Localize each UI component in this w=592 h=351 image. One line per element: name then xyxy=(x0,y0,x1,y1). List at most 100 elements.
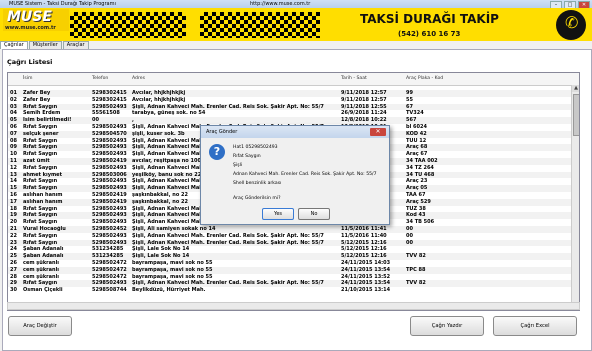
table-cell: 55 xyxy=(406,96,413,103)
scroll-thumb[interactable] xyxy=(573,94,579,136)
table-row[interactable]: 22 Rıfat Saygın 5298502493 Şişli, Adnan Kah… xyxy=(8,233,571,240)
table-row[interactable]: 29 Rıfat Saygın 5298502493 Şişli, Adnan Kah… xyxy=(8,280,571,288)
table-cell: 5298502472 xyxy=(92,266,127,273)
table-row[interactable]: 24 Şaban Adanalı 531234285 Şişli, Lale Sok … xyxy=(8,246,571,253)
table-cell: 00 xyxy=(406,225,413,232)
table-cell: ahmet kıymet xyxy=(23,171,62,178)
table-cell: 21/10/2015 13:14 xyxy=(341,287,391,294)
table-cell: Osman Çiçekli xyxy=(23,287,63,294)
table-row[interactable]: 02 Zafer Bey 5298302415 Avcılar, hhjkhjhkjk… xyxy=(8,97,571,104)
table-cell: 99 xyxy=(406,90,413,96)
table-cell: Rıfat Saygın xyxy=(23,144,58,151)
table-cell: 5298502493 xyxy=(92,144,127,151)
brand-phone: (542) 610 16 73 xyxy=(398,30,461,38)
dialog-line: Adnan Kahveci Mah. Erenler Cad. Reis Sok… xyxy=(233,172,377,177)
scroll-up-icon[interactable]: ▲ xyxy=(572,85,579,92)
table-cell: 5298502472 xyxy=(92,259,127,266)
table-cell: 25 xyxy=(10,253,17,260)
panel-title: Çağrı Listesi xyxy=(7,58,53,66)
print-calls-button[interactable]: Çağrı Yazdır xyxy=(410,316,484,336)
table-row[interactable]: 03 Rıfat Saygın 5298502493 Şişli, Adnan Kah… xyxy=(8,103,571,111)
table-cell: Rıfat Saygın xyxy=(23,164,58,171)
table-row[interactable]: 30 Osman Çiçekli 5298508744 Beylikdüzü, Hür… xyxy=(8,287,571,294)
column-header[interactable]: Tarih - Saat xyxy=(341,76,367,81)
table-cell: Avcılar, hhjkhjhkjkj xyxy=(132,96,186,103)
table-cell: 04 xyxy=(10,110,17,117)
table-cell: 34 TB 506 xyxy=(406,219,435,226)
taxi-phone-icon: ✆ xyxy=(556,10,586,40)
table-cell: 08 xyxy=(10,137,17,144)
table-cell: Rıfat Saygın xyxy=(23,219,58,226)
export-excel-button[interactable]: Çağrı Excel xyxy=(493,316,577,336)
table-cell: 5298504570 xyxy=(92,130,127,137)
table-cell: 5298502493 xyxy=(92,239,127,246)
table-cell: 5/12/2015 12:16 xyxy=(341,239,387,246)
table-cell: Vural Hocaoğlu xyxy=(23,225,66,232)
table-row[interactable]: 27 cem şükranlı 5298502472 bayrampaşa, mavi… xyxy=(8,266,571,274)
table-row[interactable]: 04 Semih Erdem 55561508 tarabya, güneş sok.… xyxy=(8,110,571,117)
table-row[interactable]: 26 cem şükranlı 5298502472 bayrampaşa, mavi… xyxy=(8,260,571,267)
table-row[interactable]: 28 cem şükranlı 5298502472 bayrampaşa, mavi… xyxy=(8,274,571,281)
table-cell: 5298502493 xyxy=(92,280,127,287)
table-cell: Şişli, Adnan Kahveci Mah. Erenler Cad. R… xyxy=(132,239,324,246)
table-cell: Rıfat Saygın xyxy=(23,205,58,212)
table-row[interactable]: 23 Rıfat Saygın 5298502493 Şişli, Adnan Kah… xyxy=(8,239,571,247)
table-cell: 30 xyxy=(10,287,17,294)
table-cell: 24/11/2015 14:03 xyxy=(341,259,391,266)
table-cell: 29 xyxy=(10,280,17,287)
table-row[interactable]: 05 İsim belirtilmedi! 00, 12/8/2018 10:22 56… xyxy=(8,117,571,124)
table-cell: 5298502493 xyxy=(92,137,127,144)
table-row[interactable]: 25 Şaban Adanalı 531234285 Şişli, Lale Sok … xyxy=(8,253,571,260)
change-vehicle-button[interactable]: Araç Değiştir xyxy=(8,316,72,336)
column-header[interactable]: Telefon xyxy=(92,76,108,81)
tab-vehicles[interactable]: Araçlar xyxy=(62,41,89,49)
question-icon: ? xyxy=(209,144,225,160)
tab-calls[interactable]: Çağrılar xyxy=(0,41,28,49)
table-row[interactable]: 01 Zafer Bey 5298302415 Avcılar, hhjkhjhkjk… xyxy=(8,90,571,97)
dialog-question: Araç Gönderilsin mi? xyxy=(233,196,281,201)
table-cell: cem şükranlı xyxy=(23,273,59,280)
table-cell: Rıfat Saygın xyxy=(23,151,58,158)
table-cell: 34 TU 468 xyxy=(406,171,435,178)
table-cell: 20 xyxy=(10,219,17,226)
table-row[interactable]: 21 Vural Hocaoğlu 5298502452 Şişli, Ali sam… xyxy=(8,225,571,233)
column-header[interactable]: İsim xyxy=(23,76,33,81)
table-cell: 531234285 xyxy=(92,253,124,260)
table-cell: 5298502493 xyxy=(92,212,127,219)
table-cell: 05 xyxy=(10,117,17,124)
table-cell: bayrampaşa, mavi sok no 55 xyxy=(132,273,213,280)
dialog-line: Hat1 05298502493 xyxy=(233,145,278,150)
table-cell: , xyxy=(132,117,134,124)
table-cell: Şişli, Lale Sok No 14 xyxy=(132,253,190,260)
table-cell: 5298502472 xyxy=(92,273,127,280)
table-cell: 5298502493 xyxy=(92,178,127,185)
horizontal-scrollbar[interactable] xyxy=(7,302,580,310)
table-cell: 02 xyxy=(10,96,17,103)
column-header[interactable]: Adres xyxy=(132,76,145,81)
tab-customers[interactable]: Müşteriler xyxy=(28,41,62,49)
vertical-scrollbar[interactable]: ▲ ▼ xyxy=(571,85,579,310)
table-cell: Araç 68 xyxy=(406,144,428,151)
table-cell: 9/11/2018 12:57 xyxy=(341,96,387,103)
table-cell: 21 xyxy=(10,225,17,232)
table-cell: Avcılar, hhjkhjhkjkj xyxy=(132,90,186,96)
table-cell: 5298502419 xyxy=(92,198,127,205)
table-cell: TUZ 38 xyxy=(406,205,426,212)
column-header[interactable]: Araç Plaka - Kod xyxy=(406,76,443,81)
checker-pattern xyxy=(200,12,320,38)
dialog-line: Shell benzinlik arkası xyxy=(233,181,282,186)
no-button[interactable]: No xyxy=(298,208,330,220)
table-cell: 26 xyxy=(10,259,17,266)
table-cell: 5298502493 xyxy=(92,232,127,239)
dialog-title: Araç Gönder xyxy=(206,129,238,135)
table-cell: Zafer Bey xyxy=(23,96,51,103)
table-cell: Şişli, Adnan Kahveci Mah. Erenler Cad. R… xyxy=(132,103,324,110)
table-cell: 17 xyxy=(10,198,17,205)
table-cell: Zafer Bey xyxy=(23,90,51,96)
table-cell: 5298502493 xyxy=(92,164,127,171)
table-cell: 24 xyxy=(10,246,17,253)
table-cell: bayrampaşa, mavi sok no 55 xyxy=(132,259,213,266)
table-cell: cem şükranlı xyxy=(23,259,59,266)
dialog-close-icon[interactable]: ✕ xyxy=(370,128,386,136)
yes-button[interactable]: Yes xyxy=(262,208,294,220)
